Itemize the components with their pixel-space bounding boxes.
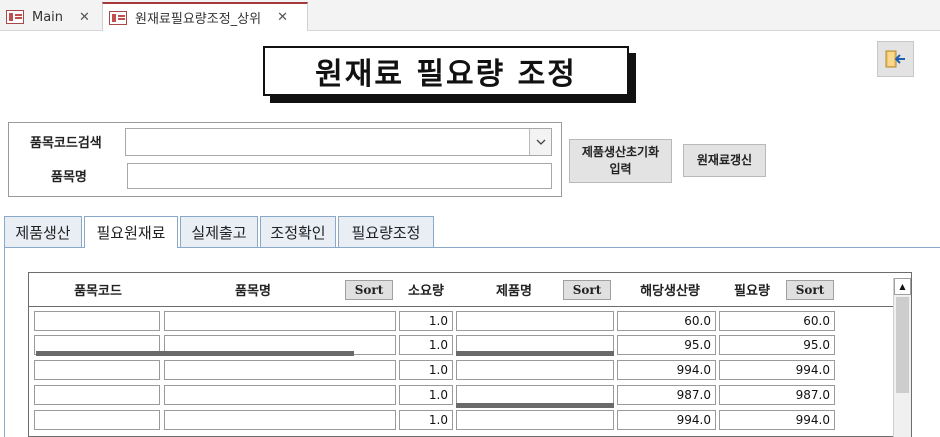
scroll-thumb[interactable]: [896, 297, 909, 393]
document-tab-strip: Main ✕ 원재료필요량조정_상위 ✕: [0, 0, 940, 31]
sort-button-required-qty[interactable]: Sort: [786, 280, 834, 300]
cell-item-code[interactable]: [34, 360, 160, 380]
tab-product-production[interactable]: 제품생산: [4, 216, 82, 247]
row-selection-bar: [36, 351, 354, 356]
header-divider: [29, 306, 893, 307]
tab-adjust-confirm[interactable]: 조정확인: [260, 216, 336, 247]
tab-actual-release[interactable]: 실제출고: [180, 216, 258, 247]
form-icon: [109, 10, 127, 25]
page-title: 원재료 필요량 조정: [263, 46, 629, 96]
sort-button-product-name[interactable]: Sort: [563, 280, 611, 300]
header-production-qty: 해당생산량: [640, 284, 700, 299]
item-name-label: 품목명: [51, 170, 87, 185]
cell-product-name[interactable]: [456, 385, 614, 405]
cell-item-name[interactable]: [164, 360, 396, 380]
cell-product-name[interactable]: [456, 311, 614, 331]
cell-item-name[interactable]: [164, 385, 396, 405]
cell-required-qty[interactable]: 987.0: [719, 385, 835, 405]
exit-button[interactable]: [877, 41, 914, 77]
refresh-material-button[interactable]: 원재료갱신: [683, 144, 766, 177]
cell-consumption[interactable]: 1.0: [399, 385, 453, 405]
cell-consumption[interactable]: 1.0: [399, 410, 453, 430]
cell-item-code[interactable]: [34, 410, 160, 430]
sort-button-item-name[interactable]: Sort: [345, 280, 393, 300]
cell-item-code[interactable]: [34, 311, 160, 331]
item-name-field[interactable]: [127, 163, 552, 189]
header-item-code: 품목코드: [74, 284, 122, 299]
row-selection-bar: [456, 351, 614, 356]
cell-product-name[interactable]: [456, 410, 614, 430]
cell-consumption[interactable]: 1.0: [399, 311, 453, 331]
row-selection-bar: [456, 403, 614, 408]
doc-tab-material-adjust-label: 원재료필요량조정_상위: [135, 12, 262, 27]
cell-product-name[interactable]: [456, 360, 614, 380]
item-code-combo[interactable]: [125, 128, 552, 156]
header-product-name: 제품명: [496, 284, 532, 299]
cell-required-qty[interactable]: 994.0: [719, 410, 835, 430]
cell-required-qty[interactable]: 994.0: [719, 360, 835, 380]
header-consumption: 소요량: [408, 284, 444, 299]
init-production-button[interactable]: 제품생산초기화 입력: [569, 139, 672, 183]
cell-production-qty[interactable]: 95.0: [617, 335, 716, 355]
dropdown-button[interactable]: [529, 129, 551, 155]
item-code-search-label: 품목코드검색: [30, 136, 102, 151]
close-icon[interactable]: ✕: [79, 10, 90, 25]
vertical-scrollbar[interactable]: ▲: [893, 278, 911, 437]
cell-consumption[interactable]: 1.0: [399, 360, 453, 380]
cell-item-code[interactable]: [34, 385, 160, 405]
tab-required-material[interactable]: 필요원재료: [84, 216, 178, 248]
close-icon[interactable]: ✕: [277, 10, 288, 25]
cell-required-qty[interactable]: 95.0: [719, 335, 835, 355]
scroll-up-icon[interactable]: ▲: [894, 278, 911, 295]
cell-production-qty[interactable]: 60.0: [617, 311, 716, 331]
doc-tab-main[interactable]: Main ✕: [0, 3, 100, 31]
cell-item-name[interactable]: [164, 410, 396, 430]
form-icon: [6, 10, 24, 24]
doc-tab-main-label: Main: [32, 9, 64, 25]
cell-production-qty[interactable]: 994.0: [617, 360, 716, 380]
cell-consumption[interactable]: 1.0: [399, 335, 453, 355]
chevron-down-icon: [536, 139, 545, 145]
tab-required-qty-adjust[interactable]: 필요량조정: [338, 216, 434, 247]
doc-tab-material-adjust[interactable]: 원재료필요량조정_상위 ✕: [102, 2, 308, 31]
cell-production-qty[interactable]: 987.0: [617, 385, 716, 405]
cell-production-qty[interactable]: 994.0: [617, 410, 716, 430]
cell-required-qty[interactable]: 60.0: [719, 311, 835, 331]
header-required-qty: 필요량: [734, 284, 770, 299]
header-item-name: 품목명: [235, 284, 271, 299]
cell-item-name[interactable]: [164, 311, 396, 331]
exit-door-icon: [885, 50, 905, 68]
